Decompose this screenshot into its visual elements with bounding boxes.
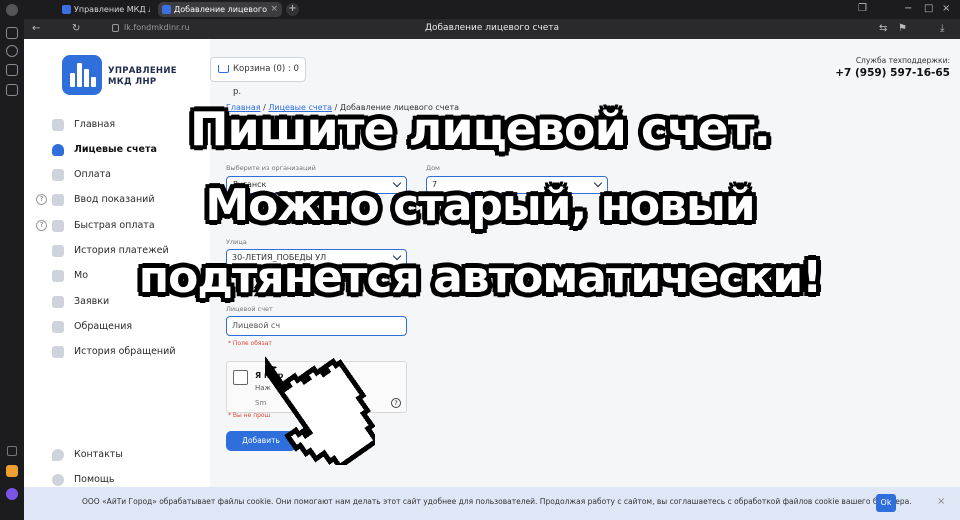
logo-icon[interactable]	[62, 55, 102, 95]
calendar-icon[interactable]	[6, 64, 18, 76]
sidebar-item-label: Оплата	[74, 169, 111, 180]
sidebar-item-label: Помощь	[74, 474, 115, 485]
minimize-icon[interactable]: −	[904, 3, 912, 14]
cart-label: Корзина (0) : 0 р.	[233, 64, 299, 97]
market-icon[interactable]	[6, 465, 18, 477]
maximize-icon[interactable]: □	[924, 3, 933, 14]
cookie-ok-button[interactable]: Ok	[876, 494, 896, 512]
sidebar-item-label: История обращений	[74, 346, 176, 357]
captcha-error: * Вы не прош	[228, 412, 271, 419]
site-favicon-icon	[162, 5, 171, 14]
logo-bar-icon	[91, 77, 96, 87]
logo-line-2: МКД ЛНР	[108, 77, 157, 87]
cookie-text: ООО «АйТи Город» обрабатывает файлы cook…	[82, 497, 912, 506]
sidebar-item-contacts[interactable]: Контакты	[50, 447, 123, 463]
org-label: Выберите из организаций	[226, 164, 316, 172]
sidebar-item-label: Контакты	[74, 449, 123, 460]
bookmark-icon[interactable]: ⚑	[898, 23, 907, 34]
cart-icon	[218, 65, 229, 73]
pointing-hand-icon	[265, 355, 375, 465]
close-window-icon[interactable]: ×	[942, 3, 950, 14]
browser-logo-icon[interactable]	[6, 4, 18, 16]
street-label: Улица	[226, 238, 247, 246]
message-icon	[52, 321, 64, 333]
tab-management[interactable]: Управление МКД ЛНР	[58, 2, 150, 17]
location-icon	[52, 449, 64, 461]
help-icon	[52, 474, 64, 486]
sidebar-item-label: Обращения	[74, 321, 133, 332]
overlay-caption-line-2: Можно старый, новый	[205, 180, 755, 231]
tab-add-account[interactable]: Добавление лицевого ×	[158, 2, 282, 17]
play-icon[interactable]	[6, 45, 18, 57]
logo-line-1: УПРАВЛЕНИЕ	[108, 66, 177, 76]
assistant-icon[interactable]	[6, 488, 18, 500]
cookie-banner: ООО «АйТи Город» обрабатывает файлы cook…	[24, 487, 960, 520]
account-label: Лицевой счет	[226, 305, 273, 313]
house-label: Дом	[426, 164, 440, 172]
cart-button[interactable]: Корзина (0) : 0 р.	[210, 57, 306, 97]
site-favicon-icon	[62, 5, 71, 14]
tab-label: Добавление лицевого	[174, 5, 268, 14]
notes-icon[interactable]	[6, 84, 18, 96]
sidebar-item-help[interactable]: Помощь	[50, 472, 114, 488]
message-history-icon	[52, 346, 64, 358]
cookie-close-icon[interactable]: ×	[937, 496, 945, 507]
download-icon[interactable]: ⤓	[940, 23, 944, 34]
captcha-checkbox[interactable]	[233, 370, 248, 385]
support-label: Служба техподдержки:	[855, 56, 950, 65]
tabs-menu-icon[interactable]: ❐	[858, 3, 867, 14]
logo-bar-icon	[70, 73, 75, 87]
new-tab-button[interactable]: +	[286, 3, 299, 16]
add-panel-icon[interactable]	[7, 446, 17, 456]
tab-close-icon[interactable]: ×	[270, 2, 278, 17]
overlay-caption-line-3: подтянется автоматически!	[138, 252, 822, 303]
address-bar: ← ↻ lk.fondmkdlnr.ru Добавление лицевого…	[24, 19, 960, 39]
logo-bar-icon	[84, 69, 89, 87]
captcha-help-icon[interactable]: ?	[391, 398, 401, 408]
browser-side-rail	[0, 0, 24, 520]
bookmarks-icon[interactable]	[6, 27, 18, 39]
overlay-caption-line-1: Пишите лицевой счет.	[189, 102, 771, 156]
logo-bar-icon	[77, 63, 82, 87]
tab-label: Управление МКД ЛНР	[74, 5, 150, 14]
translate-icon[interactable]: ⇆	[879, 23, 887, 34]
support-phone[interactable]: +7 (959) 597-16-65	[835, 67, 950, 79]
logo-text[interactable]: УПРАВЛЕНИЕ МКД ЛНР	[108, 66, 208, 88]
tab-bar: Управление МКД ЛНР Добавление лицевого ×…	[24, 0, 960, 19]
sidebar-item-appeal-history[interactable]: История обращений	[50, 344, 176, 360]
page-title: Добавление лицевого счета	[424, 23, 560, 33]
sidebar-item-appeals[interactable]: Обращения	[50, 319, 132, 335]
